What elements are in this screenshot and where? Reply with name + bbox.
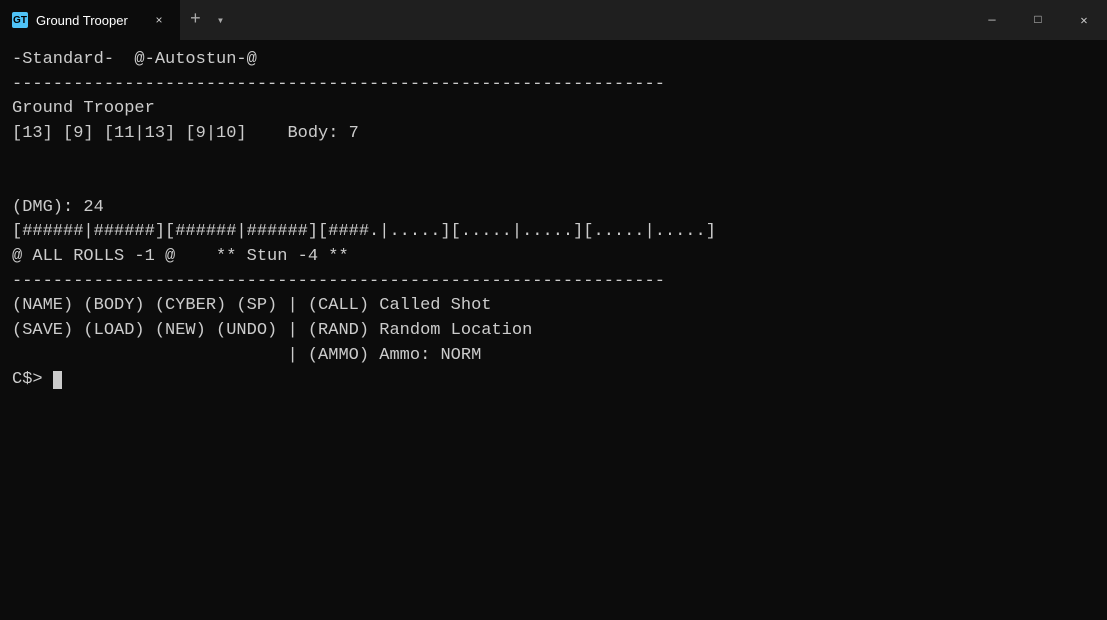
line-13: | (AMMO) Ammo: NORM [12,346,481,365]
tab-icon: GT [12,12,28,28]
prompt-text: C$> [12,370,53,389]
window-controls: — □ ✕ [969,0,1107,40]
new-tab-button[interactable]: + [180,0,211,40]
terminal-window: GT Ground Trooper × + ▾ — □ ✕ -Standard-… [0,0,1107,620]
prompt-line: C$> [12,370,62,389]
line-9: @ ALL ROLLS -1 @ ** Stun -4 ** [12,247,349,266]
line-8: [######|######][######|######][####.|...… [12,222,716,241]
line-4: [13] [9] [11|13] [9|10] Body: 7 [12,124,359,143]
maximize-button[interactable]: □ [1015,0,1061,40]
line-7: (DMG): 24 [12,198,104,217]
active-tab[interactable]: GT Ground Trooper × [0,0,180,40]
tab-area: GT Ground Trooper × + ▾ [0,0,969,40]
cursor [53,371,62,389]
line-3: Ground Trooper [12,99,155,118]
line-1: -Standard- @-Autostun-@ [12,50,257,69]
tab-dropdown-button[interactable]: ▾ [211,0,230,40]
line-10: ----------------------------------------… [12,272,665,291]
titlebar: GT Ground Trooper × + ▾ — □ ✕ [0,0,1107,40]
tab-title: Ground Trooper [36,13,142,28]
close-window-button[interactable]: ✕ [1061,0,1107,40]
close-tab-button[interactable]: × [150,11,168,29]
line-11: (NAME) (BODY) (CYBER) (SP) | (CALL) Call… [12,296,491,315]
line-2: ----------------------------------------… [12,75,665,94]
line-12: (SAVE) (LOAD) (NEW) (UNDO) | (RAND) Rand… [12,321,532,340]
minimize-button[interactable]: — [969,0,1015,40]
terminal-output[interactable]: -Standard- @-Autostun-@ ----------------… [0,40,1107,620]
